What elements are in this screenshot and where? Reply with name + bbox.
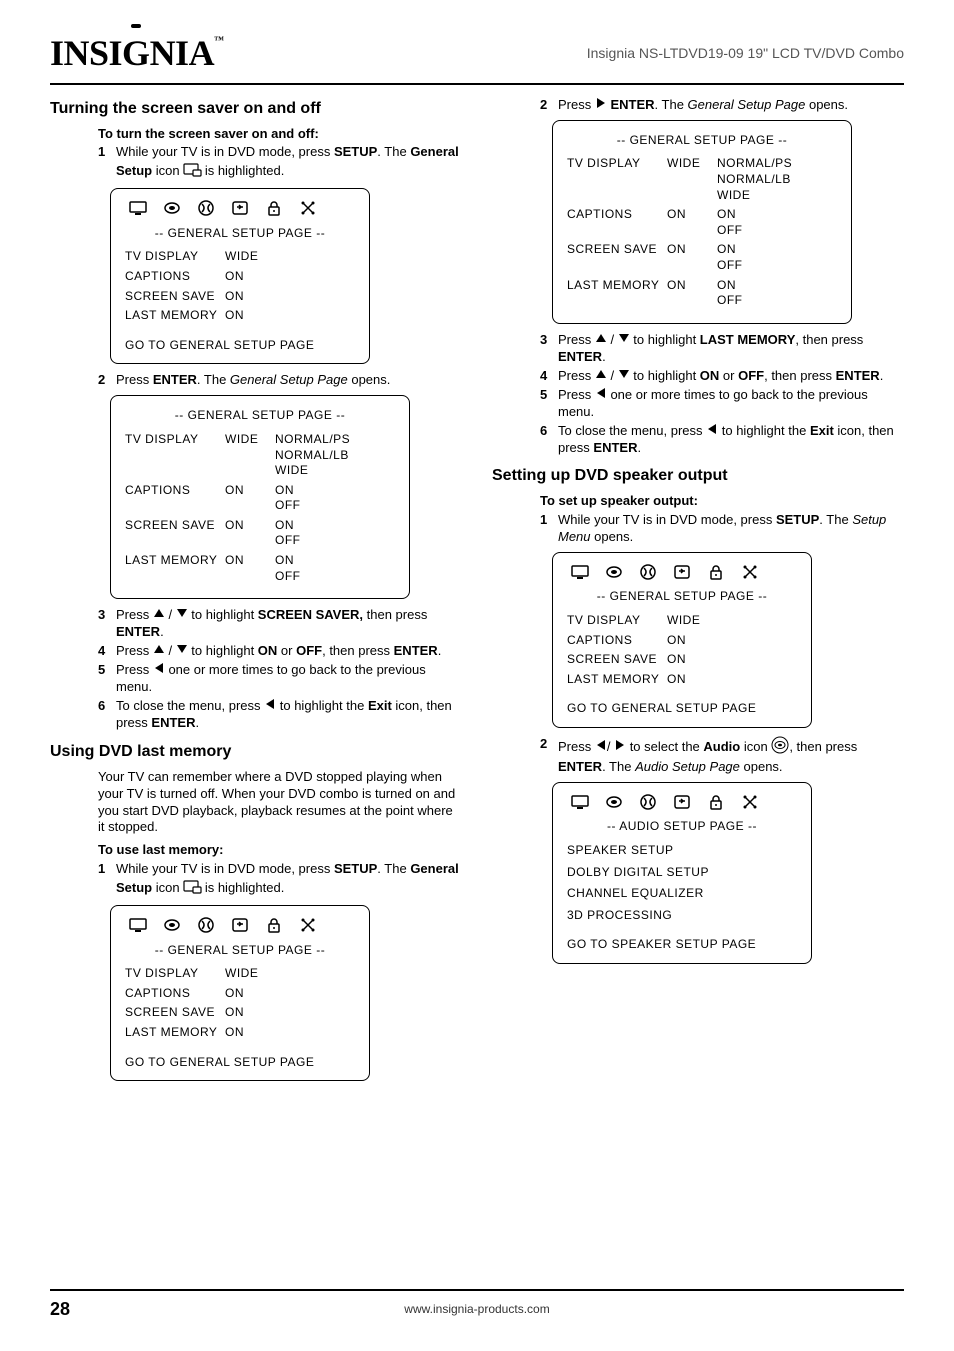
tv-icon: [571, 793, 589, 816]
speaker-icon: [163, 199, 181, 222]
step-4: 4Press / to highlight ON or OFF, then pr…: [98, 643, 462, 660]
dolby-icon: [639, 563, 657, 586]
r-step-4: 4Press / to highlight ON or OFF, then pr…: [540, 368, 904, 385]
down-arrow-icon: [176, 607, 188, 624]
speaker-icon: [605, 793, 623, 816]
r-step-5: 5Press one or more times to go back to t…: [540, 387, 904, 421]
down-arrow-icon: [618, 368, 630, 385]
lock-icon: [707, 563, 725, 586]
left-arrow-icon: [595, 739, 607, 756]
up-arrow-icon: [153, 607, 165, 624]
footer-rule: [50, 1289, 904, 1291]
speaker-icon: [163, 916, 181, 939]
footer-url: www.insignia-products.com: [404, 1302, 549, 1318]
exit-icon: [741, 793, 759, 816]
osd-general-setup-3: -- GENERAL SETUP PAGE -- TV DISPLAYWIDE …: [110, 905, 370, 1081]
general-setup-icon: [183, 161, 201, 182]
intro-last-memory: Your TV can remember where a DVD stopped…: [98, 769, 462, 837]
header-rule: [50, 83, 904, 85]
left-arrow-icon: [153, 662, 165, 679]
osd-audio-setup: -- AUDIO SETUP PAGE -- SPEAKER SETUP DOL…: [552, 782, 812, 964]
down-arrow-icon: [176, 643, 188, 660]
dolby-icon: [197, 916, 215, 939]
down-arrow-icon: [618, 332, 630, 349]
general-setup-icon: [183, 878, 201, 899]
page-number: 28: [50, 1298, 70, 1321]
step-2: 2 Press ENTER. The General Setup Page op…: [98, 372, 462, 389]
speaker-icon: [605, 563, 623, 586]
up-arrow-icon: [595, 332, 607, 349]
dolby-icon: [639, 793, 657, 816]
heading-last-memory: Using DVD last memory: [50, 742, 462, 763]
osd-general-setup-2: -- GENERAL SETUP PAGE -- TV DISPLAYWIDEN…: [110, 395, 410, 599]
tv-icon: [571, 563, 589, 586]
left-arrow-icon: [595, 387, 607, 404]
lock-icon: [265, 916, 283, 939]
heading-speaker-output: Setting up DVD speaker output: [492, 466, 904, 487]
tv-icon: [129, 199, 147, 222]
right-arrow-icon: [614, 739, 626, 756]
step-3: 3Press / to highlight SCREEN SAVER, then…: [98, 607, 462, 641]
sp-step-2: 2Press / to select the Audio icon , then…: [540, 736, 904, 776]
video-icon: [673, 563, 691, 586]
r-step-2: 2Press ENTER. The General Setup Page ope…: [540, 97, 904, 114]
osd-footer: GO TO GENERAL SETUP PAGE: [125, 338, 355, 354]
osd-general-setup-4: -- GENERAL SETUP PAGE -- TV DISPLAYWIDEN…: [552, 120, 852, 324]
lm-step-1: 1While your TV is in DVD mode, press SET…: [98, 861, 462, 899]
up-arrow-icon: [153, 643, 165, 660]
up-arrow-icon: [595, 368, 607, 385]
left-arrow-icon: [264, 698, 276, 715]
video-icon: [231, 916, 249, 939]
step-5: 5Press one or more times to go back to t…: [98, 662, 462, 696]
step-6: 6To close the menu, press to highlight t…: [98, 698, 462, 732]
step-1: 1 While your TV is in DVD mode, press SE…: [98, 144, 462, 182]
osd-general-setup-1: -- GENERAL SETUP PAGE -- TV DISPLAYWIDE …: [110, 188, 370, 364]
exit-icon: [299, 199, 317, 222]
brand-logo: INSIGNIA™: [50, 30, 224, 77]
exit-icon: [741, 563, 759, 586]
r-step-3: 3Press / to highlight LAST MEMORY, then …: [540, 332, 904, 366]
audio-icon: [771, 736, 789, 759]
heading-screen-saver: Turning the screen saver on and off: [50, 99, 462, 120]
subhead-last-memory: To use last memory:: [98, 842, 462, 859]
subhead-speaker: To set up speaker output:: [540, 493, 904, 510]
left-arrow-icon: [706, 423, 718, 440]
r-step-6: 6To close the menu, press to highlight t…: [540, 423, 904, 457]
osd-general-setup-5: -- GENERAL SETUP PAGE -- TV DISPLAYWIDE …: [552, 552, 812, 728]
sp-step-1: 1While your TV is in DVD mode, press SET…: [540, 512, 904, 546]
video-icon: [673, 793, 691, 816]
right-arrow-icon: [595, 97, 607, 114]
subhead-screen-saver: To turn the screen saver on and off:: [98, 126, 462, 143]
video-icon: [231, 199, 249, 222]
lock-icon: [265, 199, 283, 222]
lock-icon: [707, 793, 725, 816]
osd-title: -- GENERAL SETUP PAGE --: [125, 226, 355, 242]
exit-icon: [299, 916, 317, 939]
tv-icon: [129, 916, 147, 939]
header-device: Insignia NS-LTDVD19-09 19" LCD TV/DVD Co…: [587, 44, 904, 62]
dolby-icon: [197, 199, 215, 222]
